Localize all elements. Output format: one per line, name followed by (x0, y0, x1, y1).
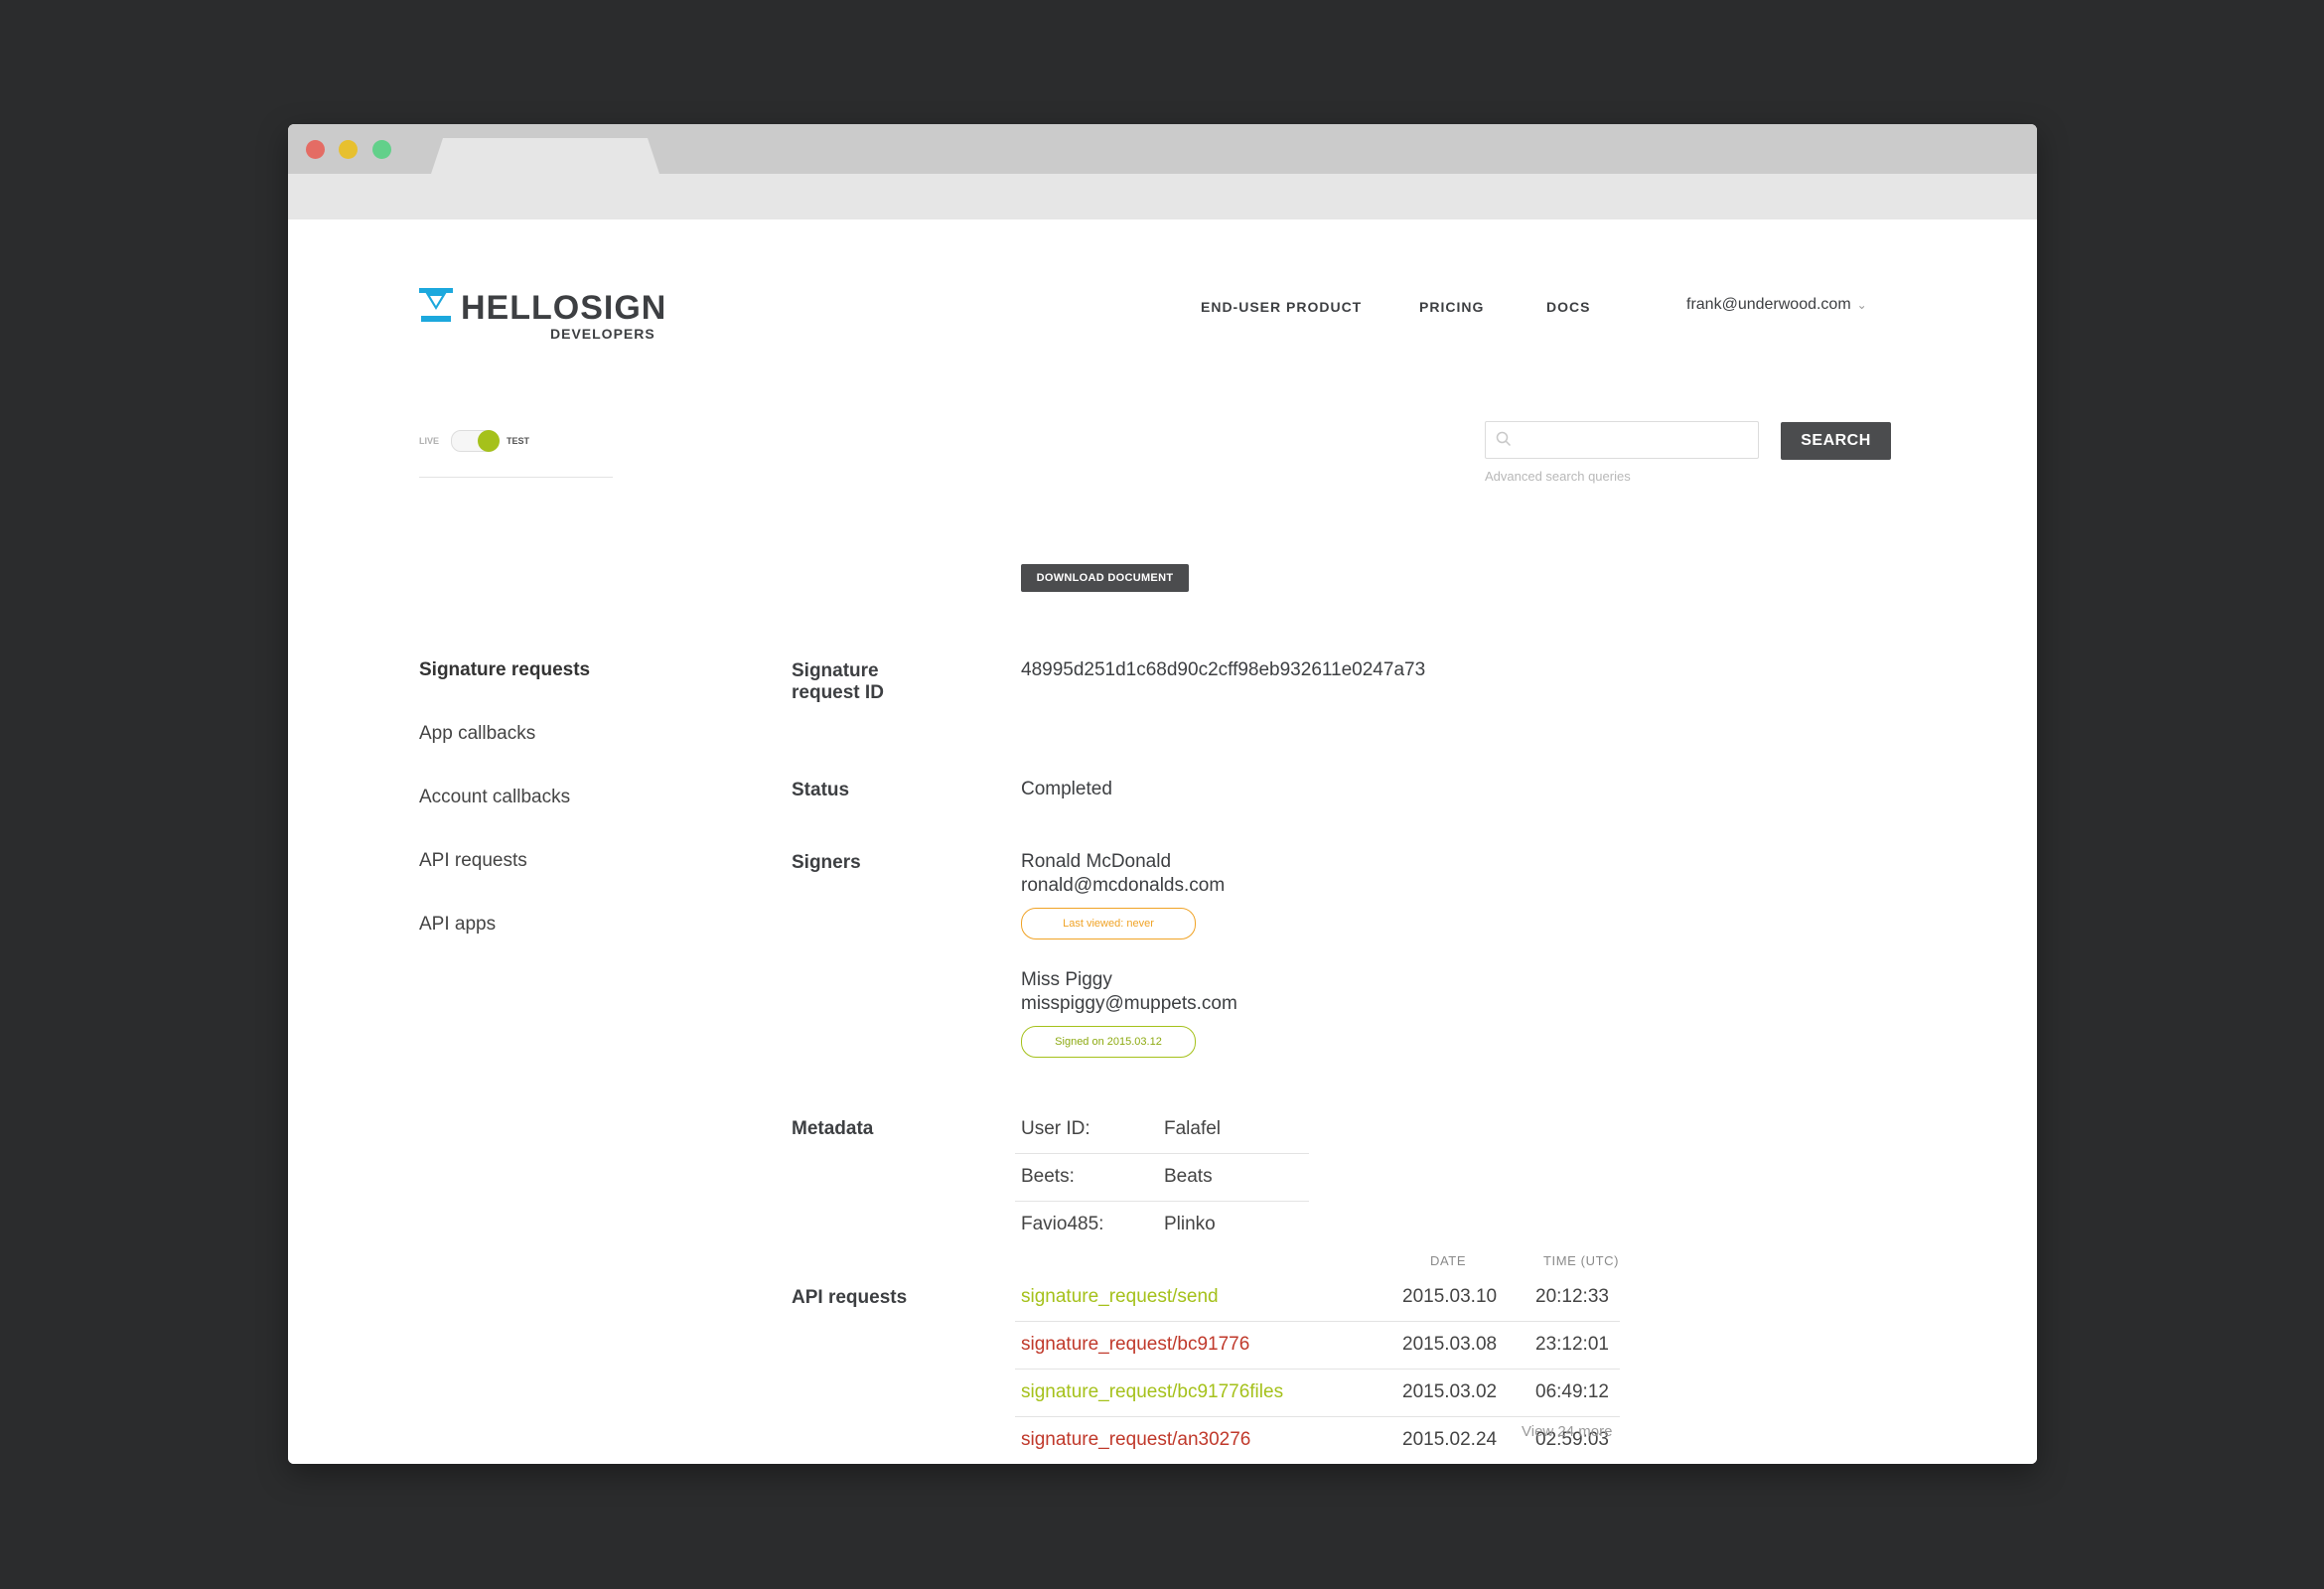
download-document-button[interactable]: DOWNLOAD DOCUMENT (1021, 564, 1189, 592)
api-request-link[interactable]: signature_request/an30276 (1021, 1429, 1250, 1451)
table-row: signature_request/bc91776 2015.03.08 23:12… (1015, 1322, 1620, 1370)
brand-name: HELLOSIGN (461, 289, 667, 327)
request-id-value: 48995d251d1c68d90c2cff98eb932611e0247a73 (1021, 659, 1426, 680)
sidebar-item-api-apps[interactable]: API apps (419, 914, 496, 936)
chevron-down-icon: ⌄ (1856, 298, 1867, 312)
request-id-label-line1: Signature (792, 660, 879, 681)
metadata-row: Beets: Beats (1015, 1154, 1309, 1202)
request-time: 06:49:12 (1535, 1381, 1609, 1402)
divider (419, 477, 613, 478)
brand-subtitle: DEVELOPERS (550, 326, 655, 342)
advanced-search-link[interactable]: Advanced search queries (1485, 469, 1631, 484)
metadata-key: Favio485: (1021, 1214, 1104, 1234)
mode-live-label: LIVE (419, 436, 440, 446)
signer-email: misspiggy@muppets.com (1021, 993, 1237, 1014)
metadata-row: User ID: Falafel (1015, 1106, 1309, 1154)
metadata-value: Beats (1164, 1166, 1213, 1187)
browser-toolbar (288, 174, 2037, 219)
signers-label: Signers (792, 852, 861, 873)
hellosign-logo[interactable]: HELLOSIGN DEVELOPERS (419, 288, 665, 344)
search-icon (1496, 431, 1512, 447)
metadata-value: Falafel (1164, 1118, 1222, 1139)
api-request-link[interactable]: signature_request/send (1021, 1286, 1219, 1308)
close-window-button[interactable] (306, 140, 325, 159)
metadata-label: Metadata (792, 1118, 874, 1139)
signer-status-badge: Signed on 2015.03.12 (1021, 1026, 1196, 1058)
browser-tab[interactable] (431, 138, 659, 174)
nav-pricing[interactable]: PRICING (1419, 299, 1484, 315)
column-header-time: TIME (UTC) (1543, 1253, 1620, 1268)
maximize-window-button[interactable] (372, 140, 391, 159)
api-requests-label: API requests (792, 1287, 908, 1308)
sidebar-item-signature-requests[interactable]: Signature requests (419, 659, 590, 681)
signer-email: ronald@mcdonalds.com (1021, 875, 1226, 896)
api-request-link[interactable]: signature_request/bc91776files (1021, 1381, 1283, 1403)
search-input[interactable] (1520, 428, 1752, 454)
browser-titlebar (288, 124, 2037, 174)
user-email: frank@underwood.com (1686, 296, 1851, 313)
minimize-window-button[interactable] (339, 140, 358, 159)
nav-end-user-product[interactable]: END-USER PRODUCT (1201, 299, 1362, 315)
metadata-key: Beets: (1021, 1166, 1075, 1187)
request-id-label: Signature request ID (792, 660, 884, 704)
request-date: 2015.02.24 (1402, 1429, 1498, 1450)
sidebar-item-app-callbacks[interactable]: App callbacks (419, 723, 535, 745)
metadata-row: Favio485: Plinko (1015, 1202, 1309, 1248)
request-time: 23:12:01 (1535, 1334, 1609, 1355)
column-header-date: DATE (1430, 1253, 1467, 1268)
browser-window: HELLOSIGN DEVELOPERS END-USER PRODUCT PR… (288, 124, 2037, 1464)
request-time: 20:12:33 (1535, 1286, 1609, 1307)
table-row: signature_request/bc91776files 2015.03.02… (1015, 1370, 1620, 1417)
toggle-knob (478, 430, 500, 452)
sidebar-item-api-requests[interactable]: API requests (419, 850, 527, 872)
nav-docs[interactable]: DOCS (1546, 299, 1590, 315)
sidebar-item-account-callbacks[interactable]: Account callbacks (419, 787, 570, 808)
signer-status-badge: Last viewed: never (1021, 908, 1196, 939)
view-more-link[interactable]: View 24 more (1522, 1423, 1612, 1440)
request-date: 2015.03.08 (1402, 1334, 1498, 1355)
mode-test-label: TEST (507, 436, 530, 446)
metadata-key: User ID: (1021, 1118, 1090, 1139)
search-field[interactable] (1485, 421, 1759, 459)
api-request-link[interactable]: signature_request/bc91776 (1021, 1334, 1249, 1356)
live-test-toggle[interactable] (451, 430, 500, 452)
status-value: Completed (1021, 779, 1112, 799)
user-menu[interactable]: frank@underwood.com ⌄ (1686, 296, 1867, 314)
search-button[interactable]: SEARCH (1781, 422, 1891, 460)
signer-name: Ronald McDonald (1021, 851, 1172, 872)
request-date: 2015.03.10 (1402, 1286, 1498, 1307)
metadata-value: Plinko (1164, 1214, 1216, 1234)
signer-name: Miss Piggy (1021, 969, 1112, 990)
hellosign-logo-icon (419, 288, 453, 322)
request-id-label-line2: request ID (792, 682, 884, 703)
table-row: signature_request/send 2015.03.10 20:12:33 (1015, 1274, 1620, 1322)
status-label: Status (792, 780, 850, 800)
request-date: 2015.03.02 (1402, 1381, 1498, 1402)
page-content: HELLOSIGN DEVELOPERS END-USER PRODUCT PR… (288, 219, 2037, 1464)
